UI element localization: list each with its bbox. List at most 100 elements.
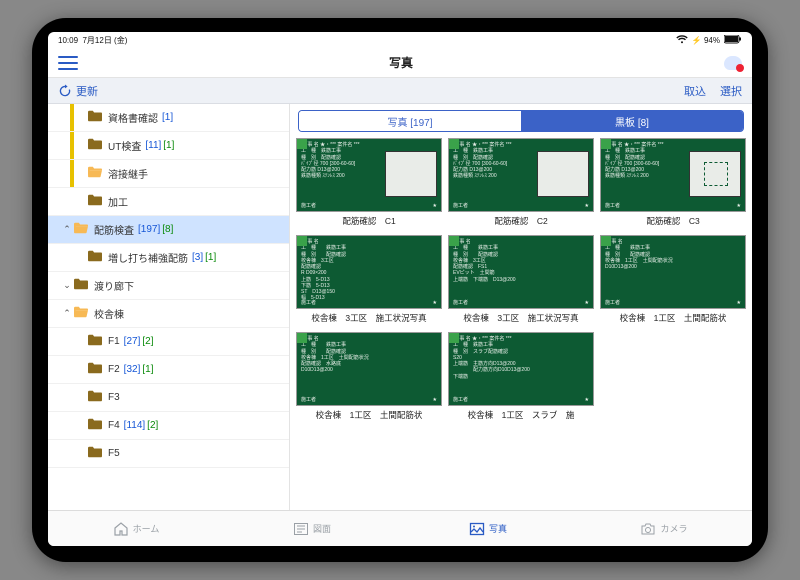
chevron-icon: ⌃ — [60, 224, 74, 235]
wifi-icon — [676, 35, 688, 46]
card-caption: 校舎棟 3工区 施工状況写真 — [296, 312, 442, 324]
folder-icon — [88, 166, 108, 181]
tree-row-6[interactable]: ⌄ 渡り廊下 — [48, 272, 289, 300]
folder-icon — [88, 390, 108, 405]
blackboard-card-5[interactable]: 工 事 名工 種 鉄筋工事種 別 配筋確認校舎棟 1工区 土間配筋状況D10D1… — [600, 235, 746, 324]
drawing-icon — [293, 521, 309, 537]
blackboard-image: 工 事 名 ★・*** 案件名 ***工 種 鉄筋工事種 別 スラブ配筋確認S2… — [448, 332, 594, 406]
segment-photo[interactable]: 写真 [197] — [299, 111, 521, 131]
tab-photo[interactable]: 写真 — [400, 511, 576, 546]
blackboard-image: 工 事 名 ★・*** 案件名 ***工 種 鉄筋工事種 別 配筋確認ﾊﾟｲﾌﾟ… — [448, 138, 594, 212]
tree-row-8[interactable]: F1[27][2] — [48, 328, 289, 356]
chevron-icon: ⌃ — [60, 308, 74, 319]
page-title: 写真 — [389, 54, 413, 71]
tree-label: 加工 — [108, 194, 128, 209]
card-caption: 校舎棟 1工区 土間配筋状 — [600, 312, 746, 324]
blackboard-card-4[interactable]: 工 事 名工 種 鉄筋工事種 別 配筋確認校舎棟 3工区配筋確認 FS1EVピッ… — [448, 235, 594, 324]
card-caption: 配筋確認 C3 — [600, 215, 746, 227]
blackboard-card-7[interactable]: 工 事 名 ★・*** 案件名 ***工 種 鉄筋工事種 別 スラブ配筋確認S2… — [448, 332, 594, 421]
board-corner-icon — [449, 236, 459, 246]
folder-icon — [88, 194, 108, 209]
tree-label: 渡り廊下 — [94, 278, 134, 293]
blackboard-card-6[interactable]: 工 事 名工 種 鉄筋工事種 別 配筋確認校舎棟 1工区 土間配筋状況配筋確認 … — [296, 332, 442, 421]
refresh-label: 更新 — [76, 83, 98, 99]
cloud-sync-icon[interactable] — [724, 56, 742, 70]
tab-bar: ホーム 図面 写真 カメラ — [48, 510, 752, 546]
folder-tree[interactable]: 資格書確認[1]UT検査[11][1]溶接継手加工⌃配筋検査[197][8]増し… — [48, 104, 290, 510]
folder-icon — [88, 138, 108, 153]
blackboard-grid[interactable]: 工 事 名 ★・*** 案件名 ***工 種 鉄筋工事種 別 配筋確認ﾊﾟｲﾌﾟ… — [290, 136, 752, 510]
count-secondary: [1] — [163, 140, 174, 151]
tree-label: F4 — [108, 420, 120, 431]
card-caption: 配筋確認 C1 — [296, 215, 442, 227]
battery-icon — [724, 35, 742, 46]
tab-camera[interactable]: カメラ — [576, 511, 752, 546]
card-caption: 校舎棟 1工区 土間配筋状 — [296, 409, 442, 421]
board-corner-icon — [297, 139, 307, 149]
folder-icon — [88, 250, 108, 265]
folder-icon — [88, 446, 108, 461]
tree-label: F1 — [108, 336, 120, 347]
card-caption: 校舎棟 3工区 施工状況写真 — [448, 312, 594, 324]
tree-row-4[interactable]: ⌃配筋検査[197][8] — [48, 216, 289, 244]
blackboard-card-1[interactable]: 工 事 名 ★・*** 案件名 ***工 種 鉄筋工事種 別 配筋確認ﾊﾟｲﾌﾟ… — [448, 138, 594, 227]
board-corner-icon — [449, 333, 459, 343]
camera-icon — [640, 521, 656, 537]
menu-button[interactable] — [58, 56, 78, 70]
import-button[interactable]: 取込 — [684, 83, 706, 99]
tree-color-bar — [70, 188, 74, 215]
tree-row-0[interactable]: 資格書確認 [1] — [48, 104, 289, 132]
blackboard-card-0[interactable]: 工 事 名 ★・*** 案件名 ***工 種 鉄筋工事種 別 配筋確認ﾊﾟｲﾌﾟ… — [296, 138, 442, 227]
tree-label: 配筋検査 — [94, 222, 134, 237]
tree-color-bar — [70, 160, 74, 187]
count-primary: [1] — [162, 112, 173, 123]
tree-row-12[interactable]: F5 — [48, 440, 289, 468]
chevron-icon: ⌄ — [60, 280, 74, 291]
tree-row-10[interactable]: F3 — [48, 384, 289, 412]
tree-color-bar — [70, 384, 74, 411]
count-primary: [114] — [124, 420, 146, 431]
status-bar: 10:09 7月12日 (金) ⚡ 94% — [48, 32, 752, 48]
tree-label: 溶接継手 — [108, 166, 148, 181]
folder-icon — [74, 278, 94, 293]
home-icon — [113, 521, 129, 537]
refresh-button[interactable]: 更新 — [58, 83, 98, 99]
tree-row-1[interactable]: UT検査[11][1] — [48, 132, 289, 160]
tree-row-11[interactable]: F4[114][2] — [48, 412, 289, 440]
count-secondary: [1] — [142, 364, 153, 375]
tree-row-7[interactable]: ⌃校舎棟 — [48, 300, 289, 328]
select-button[interactable]: 選択 — [720, 83, 742, 99]
board-corner-icon — [601, 236, 611, 246]
blackboard-image: 工 事 名 ★・*** 案件名 ***工 種 鉄筋工事種 別 配筋確認ﾊﾟｲﾌﾟ… — [600, 138, 746, 212]
board-diagram — [537, 151, 589, 197]
board-corner-icon — [601, 139, 611, 149]
count-primary: [3] — [192, 252, 203, 263]
tree-row-2[interactable]: 溶接継手 — [48, 160, 289, 188]
tree-color-bar — [70, 104, 74, 131]
tree-color-bar — [70, 132, 74, 159]
count-primary: [197] — [138, 224, 160, 235]
blackboard-card-2[interactable]: 工 事 名 ★・*** 案件名 ***工 種 鉄筋工事種 別 配筋確認ﾊﾟｲﾌﾟ… — [600, 138, 746, 227]
tree-color-bar — [70, 244, 74, 271]
count-primary: [27] — [124, 336, 141, 347]
tree-row-3[interactable]: 加工 — [48, 188, 289, 216]
blackboard-image: 工 事 名工 種 鉄筋工事種 別 配筋確認校舎棟 1工区 土間配筋状況D10D1… — [600, 235, 746, 309]
blackboard-image: 工 事 名工 種 鉄筋工事種 別 配筋確認校舎棟 3工区配筋確認R D09×20… — [296, 235, 442, 309]
status-date: 7月12日 (金) — [82, 36, 127, 45]
refresh-icon — [58, 84, 72, 98]
tab-drawing[interactable]: 図面 — [224, 511, 400, 546]
tree-row-5[interactable]: 増し打ち補強配筋[3][1] — [48, 244, 289, 272]
navbar: 写真 — [48, 48, 752, 78]
tree-color-bar — [70, 440, 74, 467]
tree-label: 資格書確認 — [108, 110, 158, 125]
segment-blackboard[interactable]: 黒板 [8] — [521, 111, 743, 131]
tree-row-9[interactable]: F2[32][1] — [48, 356, 289, 384]
tree-label: F3 — [108, 392, 120, 403]
toolbar: 更新 取込 選択 — [48, 78, 752, 104]
tree-label: F2 — [108, 364, 120, 375]
tab-home[interactable]: ホーム — [48, 511, 224, 546]
tree-color-bar — [70, 356, 74, 383]
tree-label: UT検査 — [108, 138, 141, 153]
battery-level: ⚡ 94% — [692, 36, 720, 45]
blackboard-card-3[interactable]: 工 事 名工 種 鉄筋工事種 別 配筋確認校舎棟 3工区配筋確認R D09×20… — [296, 235, 442, 324]
